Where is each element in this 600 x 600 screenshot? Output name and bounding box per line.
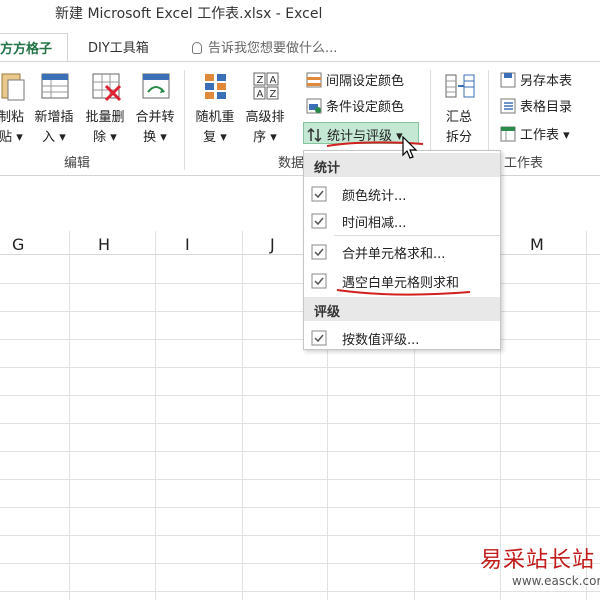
checklist-icon (311, 213, 327, 229)
menu-item-color-stats[interactable]: 颜色统计... (304, 181, 500, 207)
ribbon-tabs: 方方格子 DIY工具箱 告诉我您想要做什么... (0, 27, 600, 61)
lightbulb-icon (192, 42, 202, 54)
menu-item-color-stats-label: 颜色统计... (342, 189, 407, 204)
menu-item-value-rating[interactable]: 按数值评级... (304, 325, 500, 351)
title-bar: 新建 Microsoft Excel 工作表.xlsx - Excel (0, 0, 600, 27)
column-header-i[interactable]: I (185, 235, 190, 254)
column-header-g[interactable]: G (12, 235, 25, 254)
grid-line (0, 311, 600, 312)
svg-text:Z: Z (270, 89, 277, 100)
svg-text:Z: Z (257, 75, 264, 86)
merge-convert-button[interactable]: 合并转 换 ▾ (132, 68, 178, 152)
worksheet-label: 工作表 ▾ (520, 128, 570, 143)
grid-line (155, 231, 156, 600)
tab-diy-toolbox[interactable]: DIY工具箱 (88, 37, 149, 56)
checklist-icon (311, 186, 327, 202)
window-title: 新建 Microsoft Excel 工作表.xlsx - Excel (55, 6, 323, 22)
paste-special-label: 制粘 贴 ▾ (0, 110, 24, 145)
condition-color-button[interactable]: 条件设定颜色 (306, 96, 404, 118)
tab-fangfanggezi-label: 方方格子 (0, 42, 53, 57)
clipboard-icon (1, 73, 25, 101)
mouse-cursor-icon (402, 136, 418, 159)
paste-special-button[interactable]: 制粘 贴 ▾ (0, 68, 34, 152)
grid-line (0, 339, 600, 340)
summary-split-button[interactable]: 汇总 拆分 (436, 68, 482, 152)
worksheet-button[interactable]: 工作表 ▾ (500, 124, 570, 146)
tell-me-text: 告诉我您想要做什么... (208, 41, 338, 56)
checklist-icon (311, 330, 327, 346)
menu-divider (334, 235, 500, 236)
menu-section-rating: 评级 (304, 297, 500, 321)
random-blocks-icon (205, 74, 226, 99)
annotation-underline (336, 289, 471, 296)
column-header-m[interactable]: M (530, 235, 544, 254)
interval-color-icon (306, 72, 322, 88)
tab-fangfanggezi[interactable]: 方方格子 (0, 33, 68, 61)
merge-convert-icon (142, 73, 170, 99)
interval-color-label: 间隔设定颜色 (326, 74, 405, 89)
group-label-data: 数据 (278, 156, 305, 171)
svg-text:A: A (257, 89, 264, 100)
advanced-sort-label: 高级排 序 ▾ (245, 110, 285, 145)
advanced-sort-button[interactable]: Z A A Z 高级排 序 ▾ (242, 68, 288, 152)
sheet-directory-icon (500, 98, 516, 114)
insert-rows-icon (41, 73, 69, 99)
menu-item-value-rating-label: 按数值评级... (342, 333, 420, 348)
grid-line (0, 395, 600, 396)
interval-color-button[interactable]: 间隔设定颜色 (306, 70, 404, 92)
grid-line (0, 451, 600, 452)
checklist-icon (311, 273, 327, 289)
batch-delete-label: 批量删 除 ▾ (85, 110, 125, 145)
menu-item-time-subtract-label: 时间相减... (342, 216, 407, 231)
insert-label: 新增插 入 ▾ (34, 110, 74, 145)
summary-split-icon (445, 74, 475, 98)
tell-me-search[interactable]: 告诉我您想要做什么... (192, 37, 337, 56)
grid-line (242, 231, 243, 600)
summary-split-label: 汇总 拆分 (445, 110, 472, 145)
grid-line (0, 535, 600, 536)
group-label-workbook: 工作表 (504, 156, 544, 171)
ribbon-separator (184, 70, 185, 170)
sheet-directory-button[interactable]: 表格目录 (500, 96, 572, 118)
grid-line (0, 507, 600, 508)
menu-section-stats-label: 统计 (314, 161, 341, 176)
grid-line (0, 423, 600, 424)
stats-rating-dropdown: 统计 颜色统计... 时间相减... 合并单元格求和... 遇空白单元格则求和 … (303, 150, 501, 350)
watermark-name: 易采站长站 (480, 548, 596, 573)
grid-line (0, 479, 600, 480)
save-copy-icon (500, 72, 516, 88)
sort-az-icon: Z A A Z (253, 72, 279, 100)
menu-item-time-subtract[interactable]: 时间相减... (304, 208, 500, 234)
merge-convert-label: 合并转 换 ▾ (135, 110, 175, 145)
stats-sort-icon (307, 127, 322, 143)
column-header-row (0, 231, 600, 255)
save-copy-button[interactable]: 另存本表 (500, 70, 572, 92)
delete-grid-icon (92, 73, 122, 102)
sheet-directory-label: 表格目录 (520, 100, 573, 115)
svg-text:A: A (270, 75, 277, 86)
condition-color-icon (306, 98, 322, 114)
save-copy-label: 另存本表 (520, 74, 573, 89)
grid-line (0, 367, 600, 368)
group-label-edit: 编辑 (64, 156, 91, 171)
grid-line (69, 231, 70, 600)
checklist-icon (311, 244, 327, 260)
batch-delete-button[interactable]: 批量删 除 ▾ (82, 68, 128, 152)
column-header-j[interactable]: J (270, 235, 275, 254)
menu-item-merged-sum[interactable]: 合并单元格求和... (304, 239, 500, 265)
column-header-h[interactable]: H (98, 235, 111, 254)
random-repeat-button[interactable]: 随机重 复 ▾ (192, 68, 238, 152)
condition-color-label: 条件设定颜色 (326, 100, 405, 115)
insert-button[interactable]: 新增插 入 ▾ (31, 68, 77, 152)
watermark-url: www.easck.com (512, 574, 600, 588)
menu-section-rating-label: 评级 (314, 305, 341, 320)
random-repeat-label: 随机重 复 ▾ (195, 110, 235, 145)
watermark: 易采站长站 www.easck.com (460, 540, 600, 600)
worksheet-icon (500, 126, 516, 142)
menu-item-merged-sum-label: 合并单元格求和... (342, 247, 446, 262)
grid-line (0, 283, 600, 284)
